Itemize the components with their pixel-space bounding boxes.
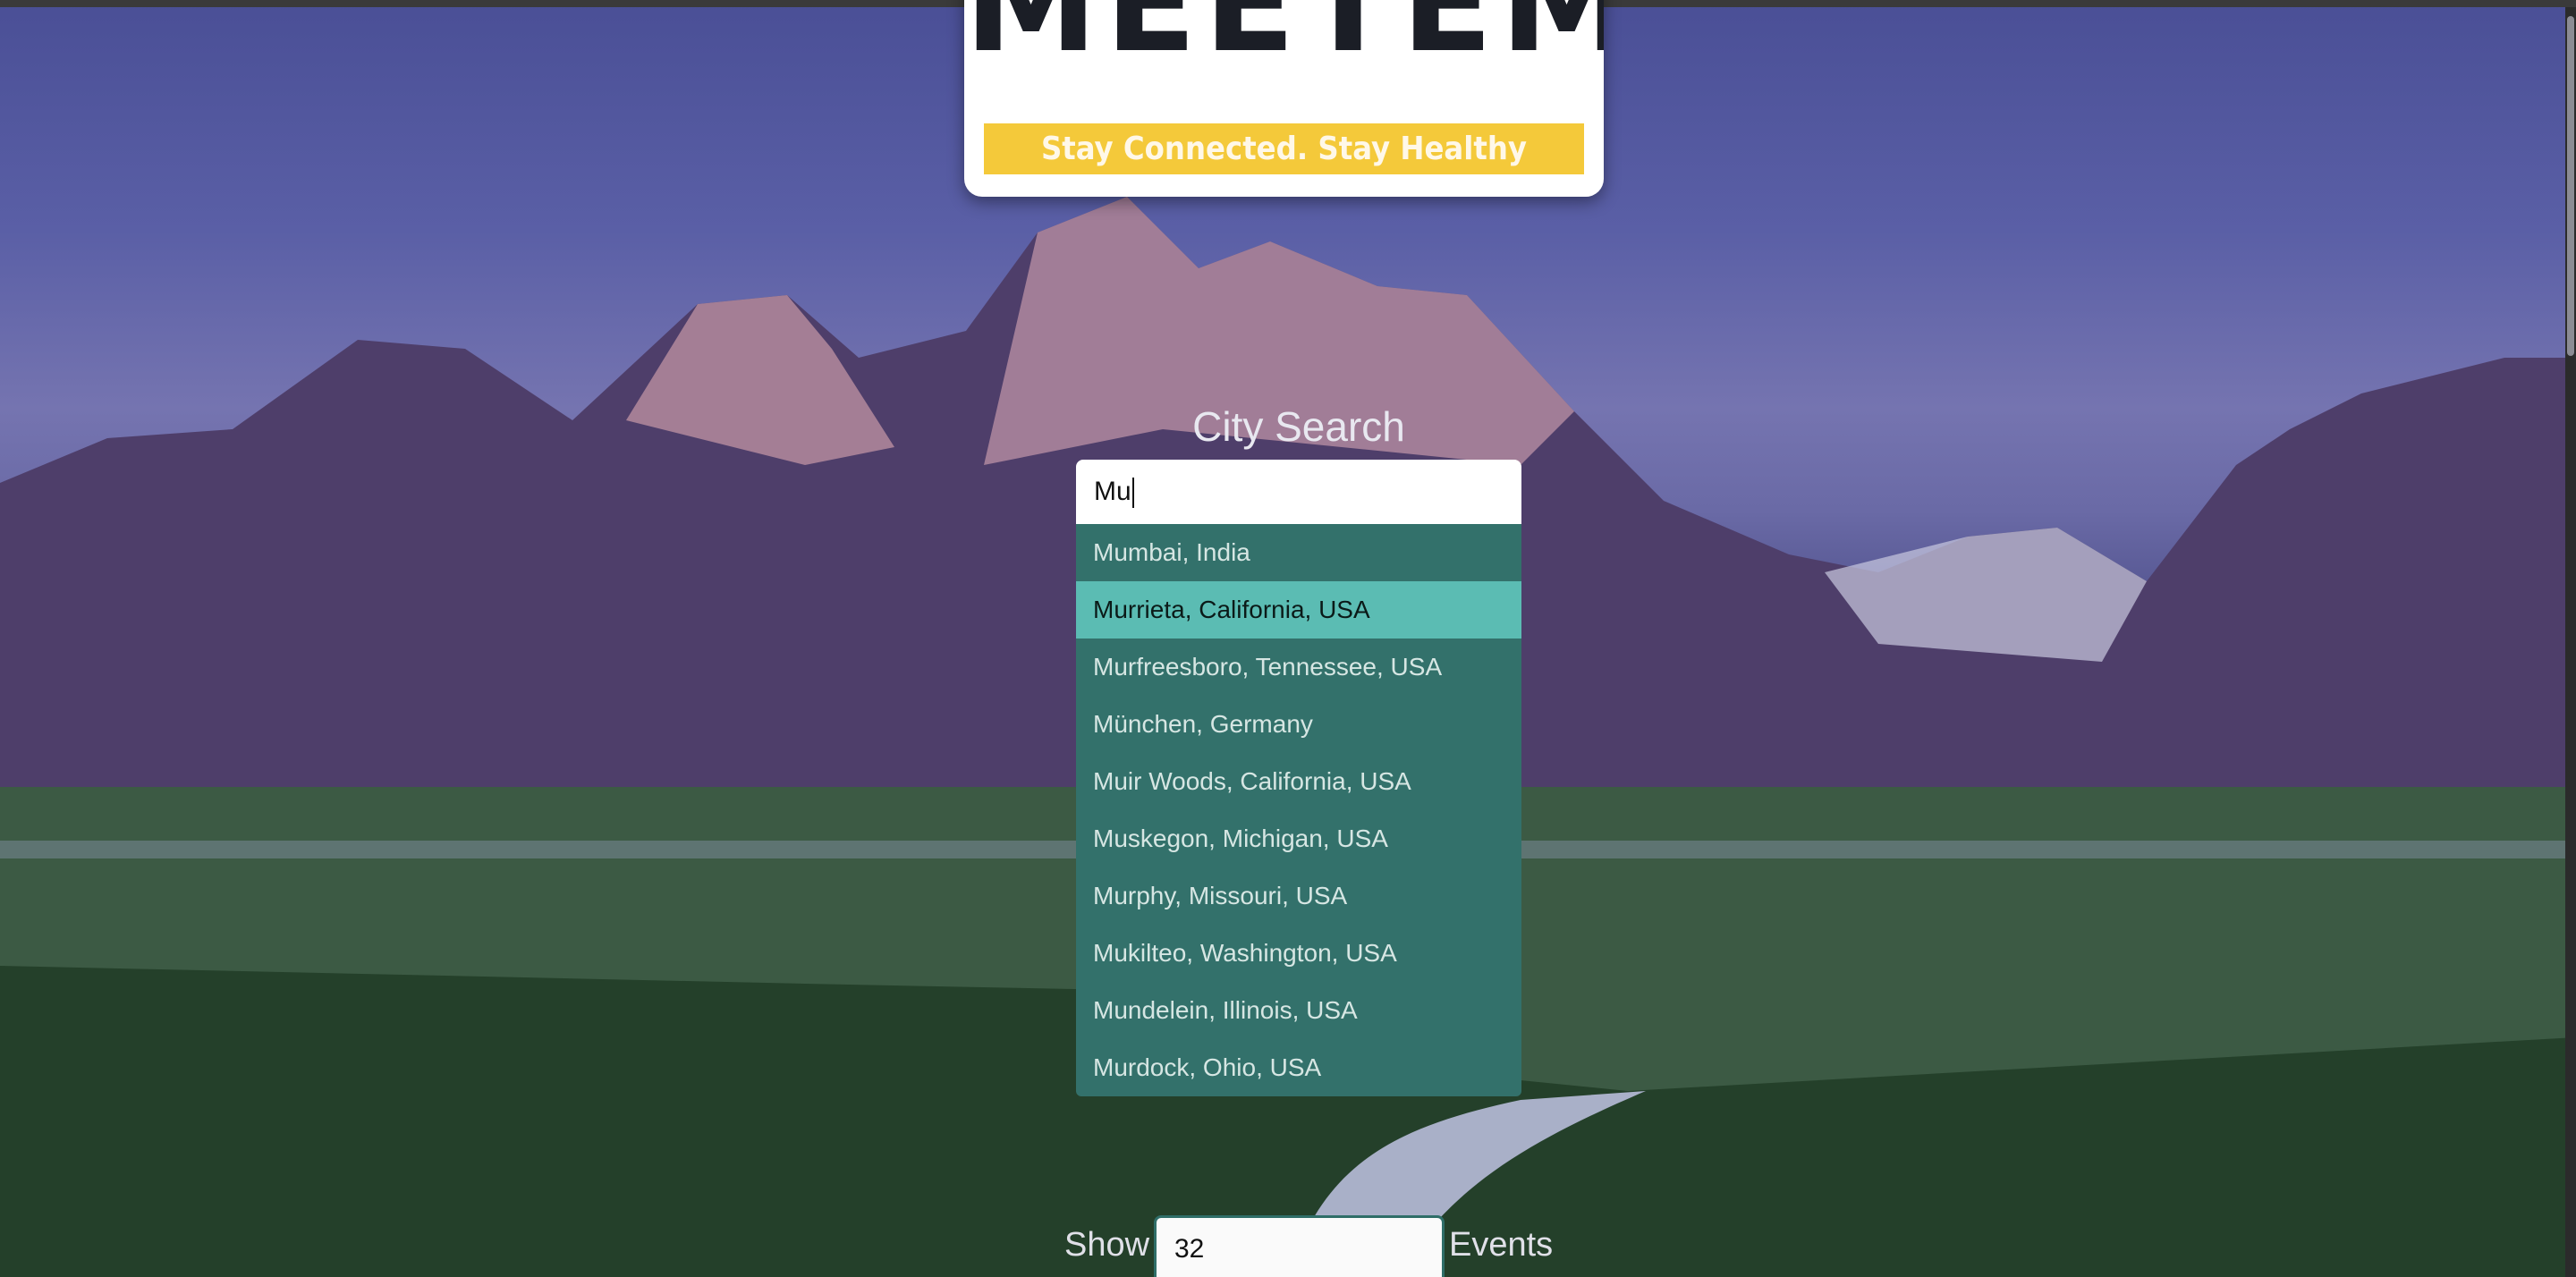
suggestion-item[interactable]: Mumbai, India [1076,524,1521,581]
suggestion-item[interactable]: Muskegon, Michigan, USA [1076,810,1521,867]
suggestion-item-highlighted[interactable]: Murrieta, California, USA [1076,581,1521,638]
city-search-input[interactable]: Mu [1076,460,1521,524]
city-suggestions-list: Mumbai, India Murrieta, California, USA … [1076,524,1521,1096]
suggestion-item[interactable]: München, Germany [1076,696,1521,753]
suggestion-item[interactable]: Mukilteo, Washington, USA [1076,925,1521,982]
suggestion-item[interactable]: Muir Woods, California, USA [1076,753,1521,810]
suggestion-item[interactable]: Murphy, Missouri, USA [1076,867,1521,925]
suggestion-item[interactable]: Murfreesboro, Tennessee, USA [1076,638,1521,696]
number-of-events-input[interactable]: 32 [1154,1215,1445,1277]
show-label: Show [1064,1226,1150,1264]
city-search-value: Mu [1094,477,1131,506]
city-search-label: City Search [1192,403,1405,450]
logo-tagline: Stay Connected. Stay Healthy [984,123,1584,174]
app-logo: MEETEMUP Stay Connected. Stay Healthy [964,0,1604,197]
events-label: Events [1449,1226,1554,1264]
text-caret [1131,478,1134,509]
suggestion-item[interactable]: Murdock, Ohio, USA [1076,1039,1521,1096]
scrollbar[interactable] [2565,7,2576,1277]
scrollbar-thumb[interactable] [2567,16,2574,356]
suggestion-item[interactable]: Mundelein, Illinois, USA [1076,982,1521,1039]
logo-wordmark: MEETEMUP [964,0,1604,82]
